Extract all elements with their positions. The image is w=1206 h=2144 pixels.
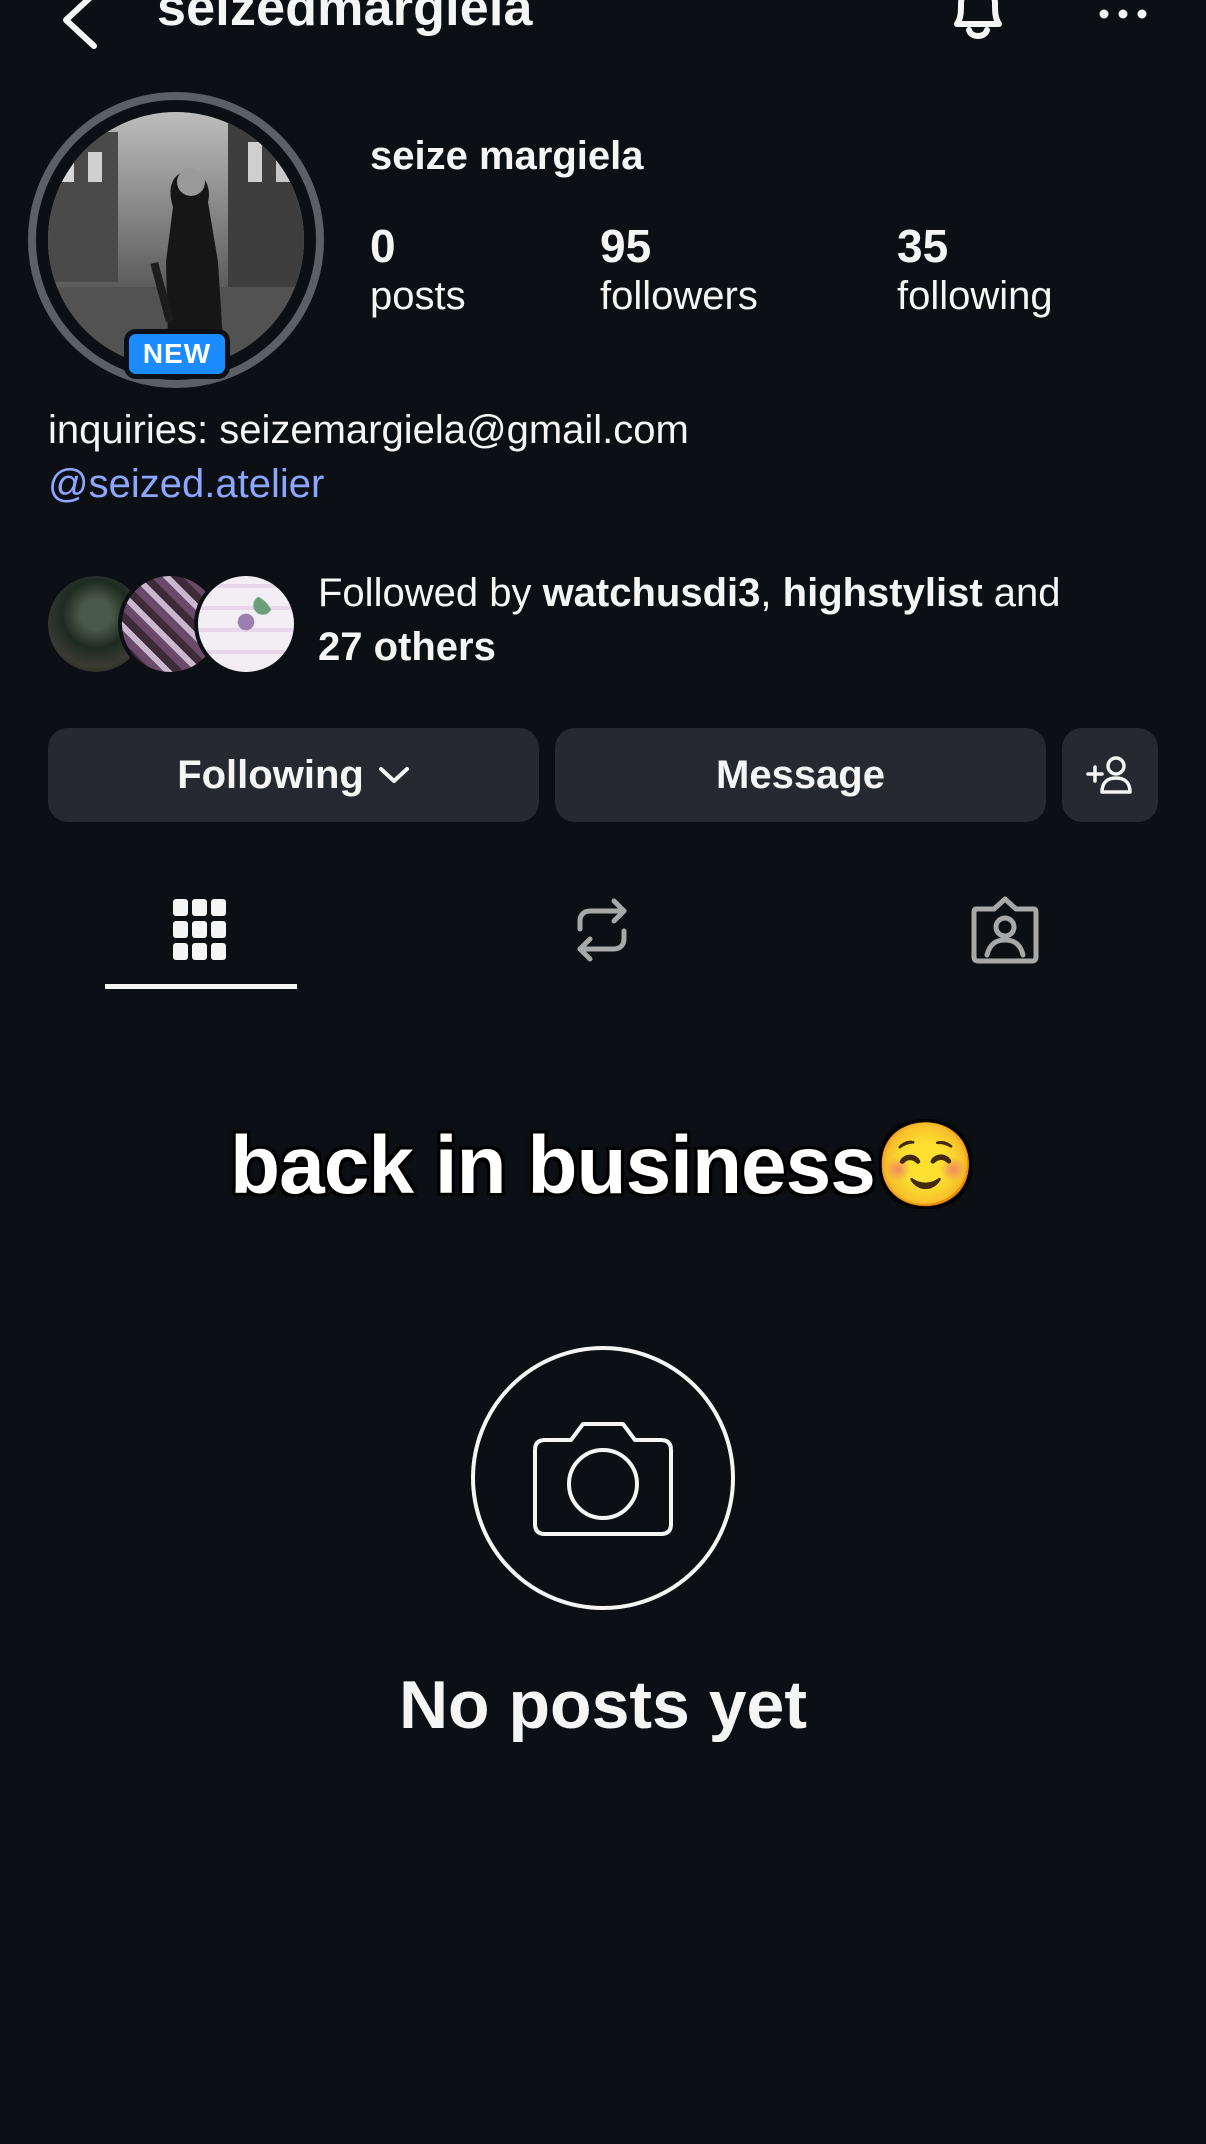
overlay-caption: back in business☺️: [230, 1120, 977, 1211]
camera-icon: [533, 1422, 673, 1536]
posts-label: posts: [370, 274, 466, 318]
new-badge: NEW: [124, 329, 230, 379]
tab-tagged[interactable]: [955, 880, 1055, 980]
more-options-icon[interactable]: [1098, 0, 1148, 30]
posts-count: 0: [370, 220, 396, 272]
tab-reposts[interactable]: [552, 880, 652, 980]
bio-text: inquiries: seizemargiela@gmail.com: [48, 408, 689, 452]
grid-icon: [173, 899, 226, 960]
followed-by-prefix: Followed by: [318, 571, 543, 615]
repost-icon: [577, 898, 627, 962]
display-name: seize margiela: [370, 134, 644, 178]
followed-by-text[interactable]: Followed by watchusdi3, highstylist and 2…: [318, 566, 1178, 674]
following-label: following: [897, 274, 1053, 318]
followed-by-and: and: [982, 571, 1061, 615]
following-button-label: Following: [177, 752, 364, 797]
empty-state-title: No posts yet: [398, 1667, 808, 1743]
tab-posts-grid[interactable]: [150, 880, 250, 980]
mutual-user-2: highstylist: [782, 571, 983, 615]
followed-by-separator: ,: [760, 571, 783, 615]
followers-count: 95: [600, 220, 652, 272]
suggested-users-button[interactable]: [1062, 728, 1158, 822]
mutual-user-1: watchusdi3: [542, 571, 761, 615]
bio-link[interactable]: @seized.atelier: [48, 458, 324, 510]
profile-username-title: seizedmargiela: [157, 0, 533, 37]
followers-label: followers: [600, 274, 758, 318]
stat-following[interactable]: 35 following: [897, 220, 1053, 320]
following-button[interactable]: Following: [48, 728, 539, 822]
bell-icon[interactable]: [945, 0, 1011, 50]
back-chevron-icon[interactable]: [56, 0, 106, 50]
stat-followers[interactable]: 95 followers: [600, 220, 758, 320]
tagged-icon: [971, 896, 1039, 964]
add-user-icon: [1086, 756, 1132, 794]
message-button-label: Message: [716, 752, 885, 797]
mutual-follower-avatar[interactable]: [194, 572, 298, 676]
stat-posts: 0 posts: [370, 220, 466, 320]
mutual-others: 27 others: [318, 625, 496, 669]
chevron-down-icon: [378, 767, 409, 783]
following-count: 35: [897, 220, 949, 272]
message-button[interactable]: Message: [555, 728, 1046, 822]
active-tab-indicator: [105, 984, 297, 989]
